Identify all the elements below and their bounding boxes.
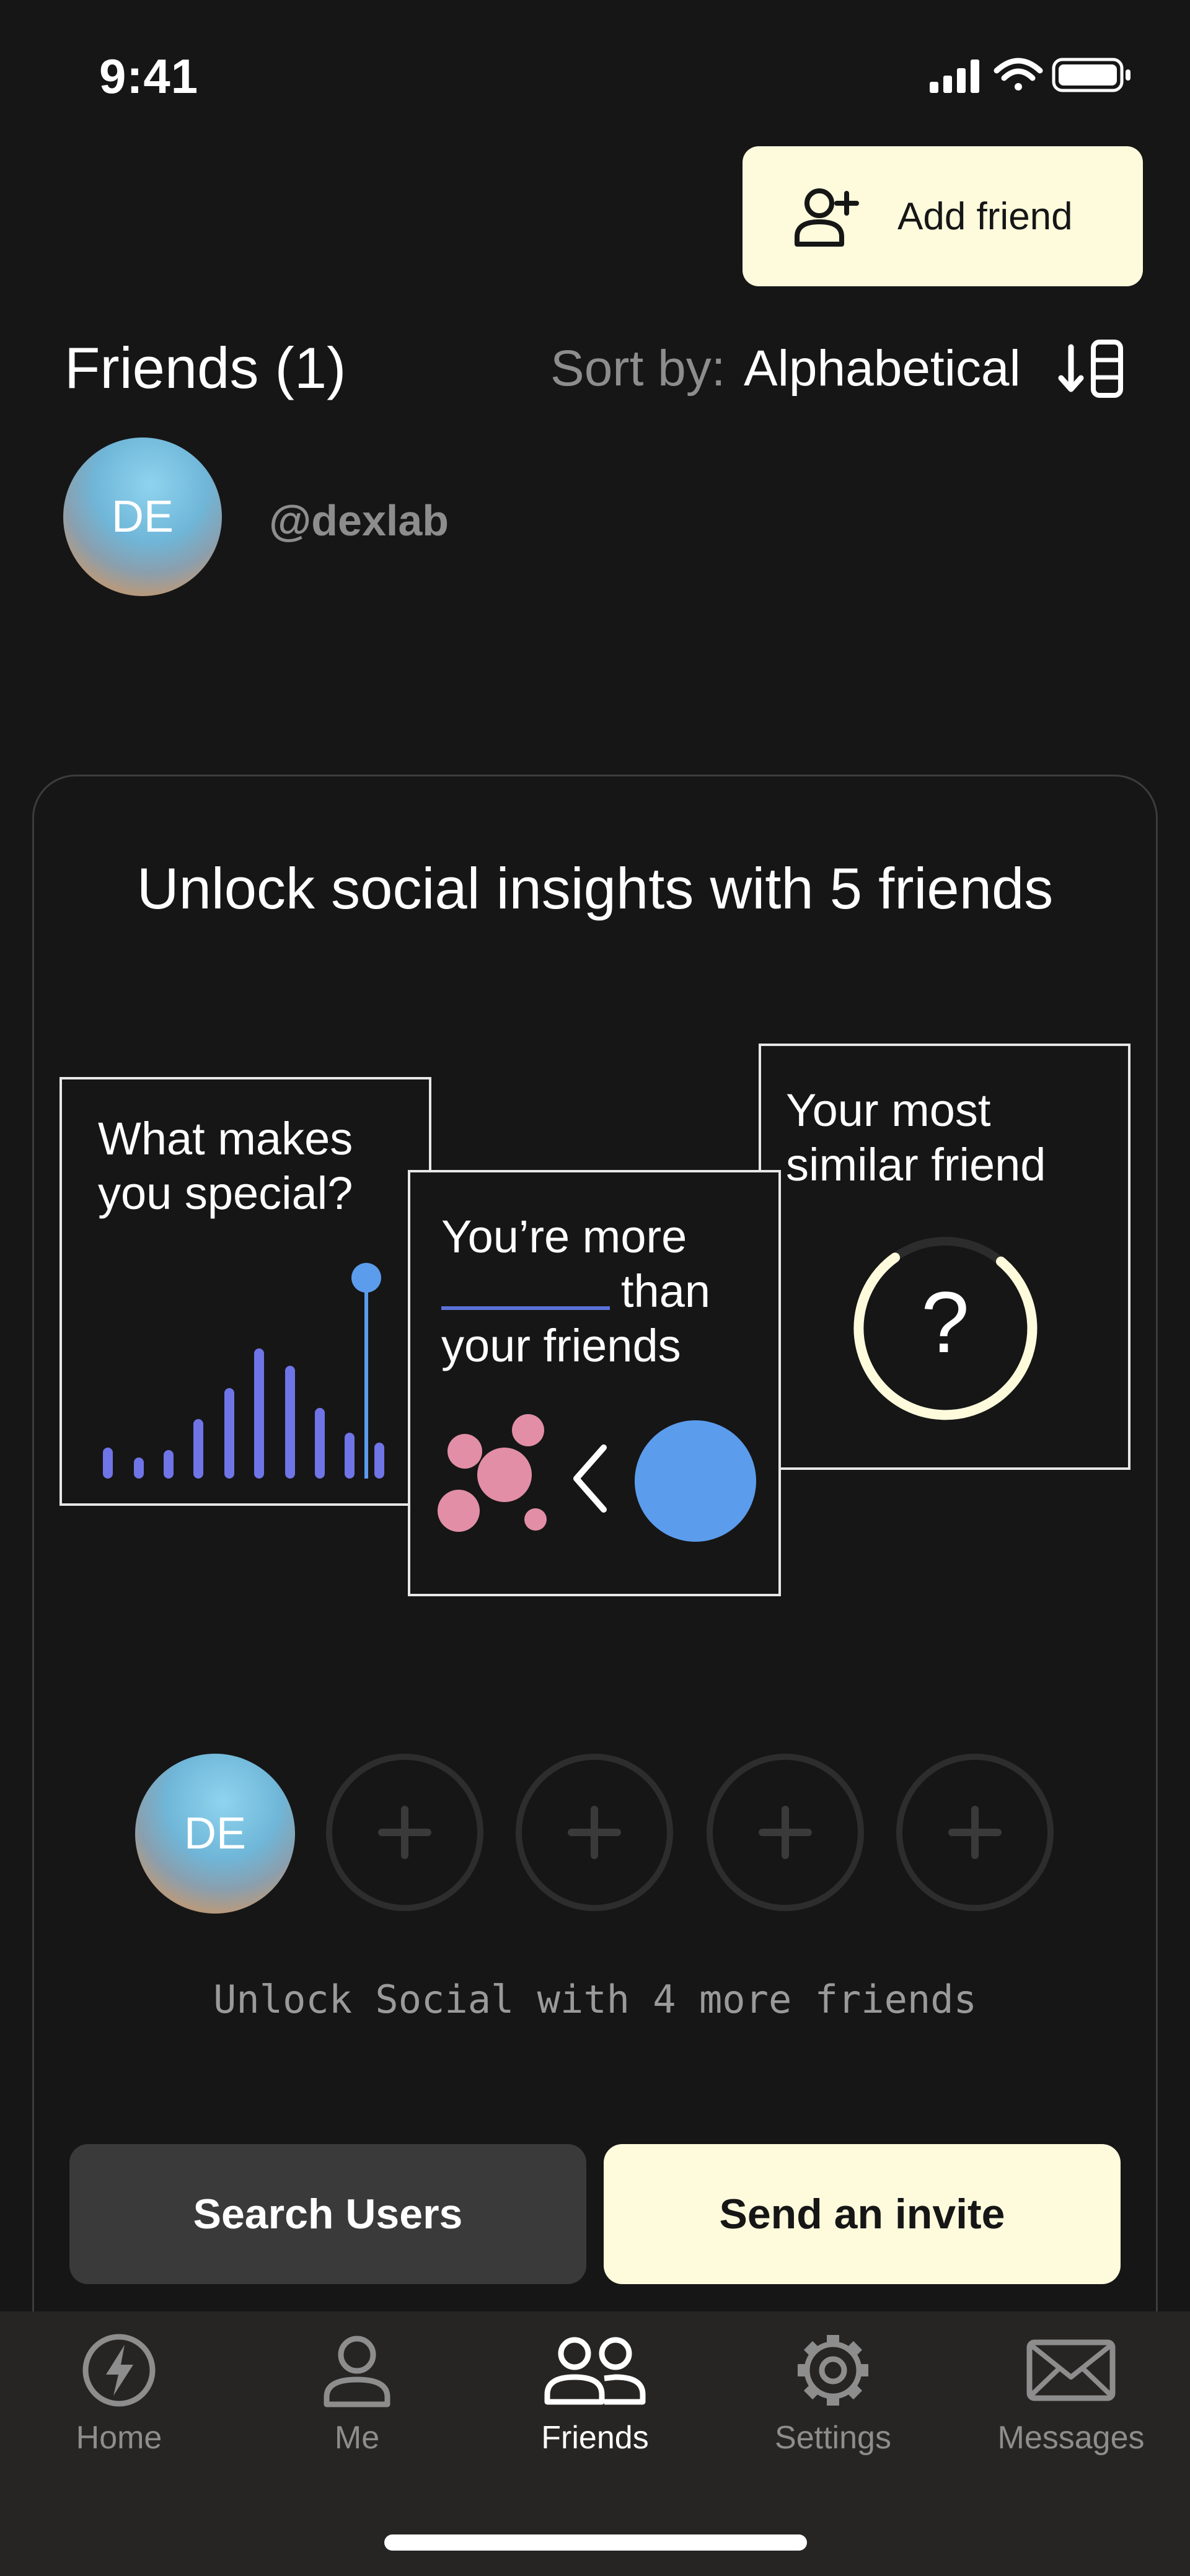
slot-avatar-initials: DE [183,1809,247,1858]
add-friend-label: Add friend [897,195,1073,238]
add-person-icon [795,188,859,247]
tile-what-makes-you-special: What makes you special? [60,1077,431,1506]
tile-more-line3: your friends [441,1320,681,1371]
sort-icon[interactable] [1057,335,1132,403]
tab-settings[interactable]: Settings [714,2330,952,2479]
tab-settings-label: Settings [775,2420,891,2456]
slot-filled-avatar[interactable]: DE [135,1754,295,1914]
status-time: 9:41 [99,49,199,103]
status-icons [930,58,1130,93]
tile-more-line2: than [621,1265,711,1317]
tab-friends[interactable]: Friends [476,2330,714,2479]
plus-icon [759,1806,812,1859]
add-friend-slot[interactable] [516,1754,673,1911]
bolt-icon [82,2334,156,2407]
friend-avatar-initials: DE [111,492,174,542]
plus-icon [948,1806,1002,1859]
tile-special-line1: What makes [98,1113,353,1164]
tile-similar-line2: similar friend [786,1139,1046,1190]
signal-icon [930,59,979,93]
tab-me-label: Me [334,2420,380,2456]
add-friend-button[interactable]: Add friend [743,146,1143,286]
tab-home[interactable]: Home [0,2330,238,2479]
friend-handle[interactable]: @dexlab [269,496,449,545]
battery-icon [1052,58,1130,92]
tile-similar-line1: Your most [786,1084,991,1136]
tab-messages-label: Messages [997,2420,1145,2456]
blank-underline [441,1306,610,1310]
tile-most-similar-friend: Your most similar friend ? [759,1044,1130,1470]
tile-more-line1: You’re more [441,1211,687,1262]
gear-icon [798,2335,868,2406]
plus-icon [378,1806,431,1859]
tab-messages[interactable]: Messages [952,2330,1190,2479]
search-users-button[interactable]: Search Users [69,2144,586,2284]
envelope-icon [1026,2339,1116,2401]
sort-value[interactable]: Alphabetical [744,340,1021,398]
person-icon [324,2336,390,2407]
tab-me[interactable]: Me [238,2330,476,2479]
mystery-mark: ? [921,1273,969,1371]
home-indicator [384,2534,807,2551]
wifi-icon [994,58,1043,90]
sort-label: Sort by: [550,340,726,397]
tab-home-label: Home [76,2420,162,2456]
bar-graphic [103,1263,384,1479]
tile-more-than-friends: You’re more than your friends [408,1170,781,1596]
tile-special-line2: you special? [98,1167,353,1219]
friends-icon [544,2337,646,2405]
send-invite-button[interactable]: Send an invite [604,2144,1121,2284]
tab-friends-label: Friends [541,2420,649,2456]
comparison-graphic [438,1414,756,1542]
friends-title: Friends (1) [64,335,346,400]
add-friend-slot[interactable] [326,1754,483,1911]
insights-title: Unlock social insights with 5 friends [136,856,1054,921]
plus-icon [568,1806,621,1859]
friend-avatar[interactable]: DE [63,437,222,596]
unlock-social-text: Unlock Social with 4 more friends [213,1977,977,2022]
add-friend-slot[interactable] [707,1754,864,1911]
add-friend-slot[interactable] [896,1754,1054,1911]
